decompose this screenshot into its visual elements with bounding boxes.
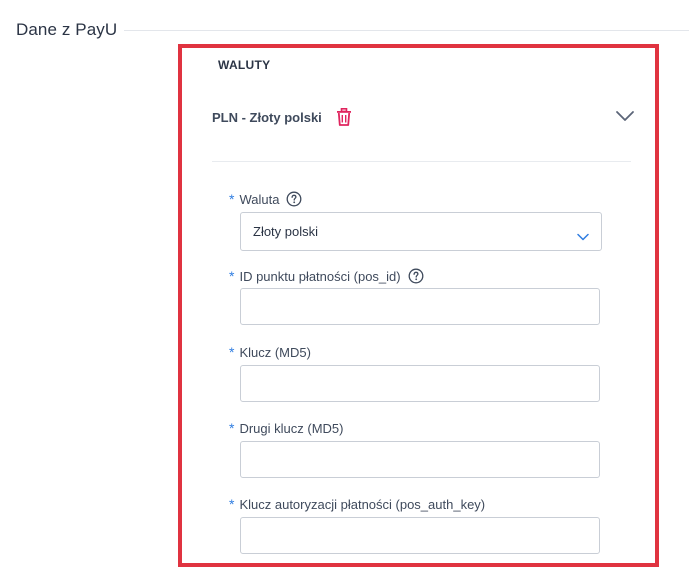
trash-icon[interactable] <box>335 107 353 127</box>
help-icon[interactable] <box>408 268 424 284</box>
second-key-md5-input[interactable] <box>240 441 600 478</box>
required-asterisk: * <box>229 191 235 207</box>
currency-accordion-header[interactable]: PLN - Złoty polski <box>212 106 636 128</box>
currencies-heading: WALUTY <box>218 58 271 72</box>
pos-auth-key-input[interactable] <box>240 517 600 554</box>
currency-label-text: Waluta <box>239 191 280 207</box>
required-asterisk: * <box>229 268 235 284</box>
chevron-down-icon[interactable] <box>614 108 636 124</box>
pos-auth-key-label: * Klucz autoryzacji płatności (pos_auth_… <box>229 495 485 513</box>
select-chevron-icon <box>577 228 589 240</box>
key-md5-label-text: Klucz (MD5) <box>239 344 311 360</box>
required-asterisk: * <box>229 496 235 512</box>
pos-id-input[interactable] <box>240 288 600 325</box>
pos-id-label-text: ID punktu płatności (pos_id) <box>239 268 401 284</box>
required-asterisk: * <box>229 420 235 436</box>
section-header: Dane z PayU <box>16 18 117 42</box>
currency-select-value: Złoty polski <box>253 224 319 239</box>
second-key-md5-label-text: Drugi klucz (MD5) <box>239 420 344 436</box>
key-md5-input[interactable] <box>240 365 600 402</box>
pos-id-label: * ID punktu płatności (pos_id) <box>229 267 424 285</box>
second-key-md5-label: * Drugi klucz (MD5) <box>229 419 343 437</box>
key-md5-label: * Klucz (MD5) <box>229 343 311 361</box>
accordion-divider <box>212 161 631 162</box>
currency-select[interactable]: Złoty polski <box>240 212 602 251</box>
help-icon[interactable] <box>286 191 302 207</box>
section-title: Dane z PayU <box>16 20 118 39</box>
currency-title: PLN - Złoty polski <box>212 109 322 125</box>
pos-auth-key-label-text: Klucz autoryzacji płatności (pos_auth_ke… <box>239 496 486 512</box>
required-asterisk: * <box>229 344 235 360</box>
currency-label: * Waluta <box>229 190 302 208</box>
section-divider <box>124 30 689 31</box>
